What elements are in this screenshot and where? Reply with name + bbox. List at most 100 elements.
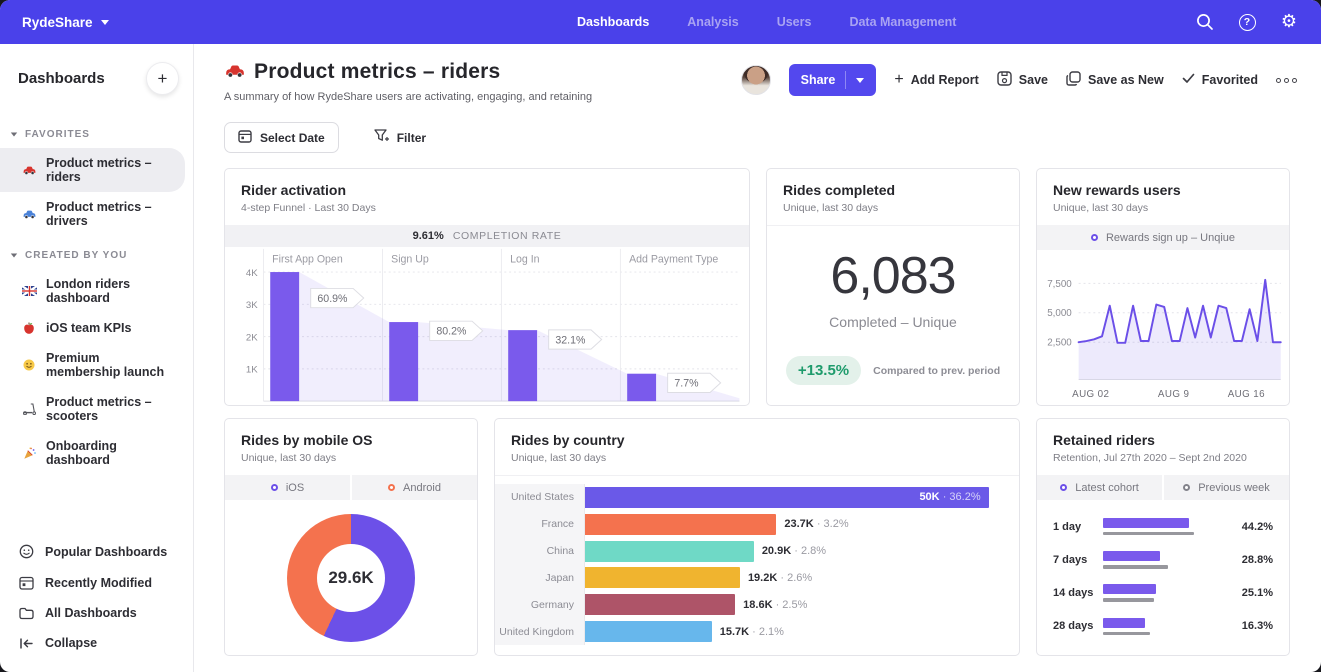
sidebar-footer-all-dashboards[interactable]: All Dashboards	[0, 598, 185, 628]
retention-row-28-days[interactable]: 28 days 16.3%	[1053, 610, 1273, 643]
help-icon[interactable]: ?	[1237, 12, 1257, 32]
app-window: RydeShare Dashboards Analysis Users Data Ma…	[0, 0, 1321, 672]
search-icon[interactable]	[1195, 12, 1215, 32]
card-title: Rides completed	[783, 182, 1003, 198]
country-bar[interactable]	[585, 541, 754, 562]
previous-week-bar[interactable]	[1103, 565, 1168, 569]
funnel-chart[interactable]: 1K2K3K4KFirst App OpenSign UpLog InAdd P…	[225, 247, 749, 405]
gear-icon[interactable]: ⚙	[1279, 12, 1299, 32]
country-row-united-states[interactable]: United States 50K · 36.2%	[495, 484, 1019, 511]
country-bar[interactable]	[585, 594, 735, 615]
sidebar-footer-popular-dashboards[interactable]: Popular Dashboards	[0, 536, 185, 567]
svg-text:1K: 1K	[246, 365, 258, 376]
sidebar-item-product-metrics-scooters[interactable]: Product metrics – scooters	[0, 387, 185, 431]
sidebar-footer: Popular Dashboards Recently Modified All…	[0, 536, 193, 658]
legend-rewards-signup[interactable]: Rewards sign up – Unqiue	[1037, 225, 1289, 250]
retention-row-14-days[interactable]: 14 days 25.1%	[1053, 577, 1273, 610]
chevron-down-icon	[101, 20, 109, 25]
latest-cohort-bar[interactable]	[1103, 584, 1156, 594]
brand-menu[interactable]: RydeShare	[22, 15, 109, 30]
country-bar-chart: United States 50K · 36.2% France 23.7K ·…	[495, 475, 1019, 655]
nav-item-dashboards[interactable]: Dashboards	[577, 15, 649, 29]
svg-text:3K: 3K	[246, 300, 258, 311]
svg-text:7,500: 7,500	[1047, 279, 1072, 290]
main-content: Product metrics – riders A summary of ho…	[194, 44, 1321, 672]
page-title: Product metrics – riders	[224, 60, 592, 84]
card-subtitle: Unique, last 30 days	[1053, 202, 1273, 214]
more-options-button[interactable]	[1276, 78, 1297, 83]
sidebar-item-onboarding-dashboard[interactable]: Onboarding dashboard	[0, 431, 185, 475]
nav-item-data-management[interactable]: Data Management	[849, 15, 956, 29]
country-row-germany[interactable]: Germany 18.6K · 2.5%	[495, 591, 1019, 618]
svg-text:60.9%: 60.9%	[317, 293, 348, 305]
avatar[interactable]	[741, 65, 771, 95]
country-row-united-kingdom[interactable]: United Kingdom 15.7K · 2.1%	[495, 618, 1019, 645]
country-row-japan[interactable]: Japan 19.2K · 2.6%	[495, 564, 1019, 591]
country-row-france[interactable]: France 23.7K · 3.2%	[495, 511, 1019, 538]
donut-chart[interactable]: 29.6K	[287, 514, 415, 642]
add-report-button[interactable]: + Add Report	[894, 71, 978, 89]
bar-value-label: 19.2K · 2.6%	[748, 572, 812, 584]
legend-previous-week[interactable]: Previous week	[1164, 475, 1289, 500]
svg-text:2,500: 2,500	[1047, 338, 1072, 349]
nav-item-analysis[interactable]: Analysis	[687, 15, 738, 29]
sidebar-footer-collapse[interactable]: Collapse	[0, 628, 185, 658]
share-button[interactable]: Share	[789, 64, 877, 96]
retention-value: 28.8%	[1233, 554, 1273, 566]
apple-icon	[21, 322, 37, 335]
copy-icon	[1066, 71, 1081, 89]
country-bar[interactable]	[585, 514, 776, 535]
latest-cohort-bar[interactable]	[1103, 618, 1145, 628]
check-icon	[1182, 73, 1195, 87]
card-subtitle: Unique, last 30 days	[783, 202, 1003, 214]
dashboard-controls: Select Date Filter	[224, 122, 1297, 153]
line-chart[interactable]: 7,5005,0002,500AUG 02AUG 9AUG 16	[1037, 250, 1289, 405]
card-subtitle: Unique, last 30 days	[511, 452, 1003, 464]
save-as-new-button[interactable]: Save as New	[1066, 71, 1164, 89]
country-row-china[interactable]: China 20.9K · 2.8%	[495, 538, 1019, 565]
sidebar-item-product-metrics-riders[interactable]: Product metrics – riders	[0, 148, 185, 192]
sidebar-section-created-by-you[interactable]: CREATED BY YOU	[0, 250, 193, 261]
save-button[interactable]: Save	[997, 71, 1048, 89]
legend-android[interactable]: Android	[352, 475, 477, 500]
page-title-block: Product metrics – riders A summary of ho…	[224, 60, 592, 103]
save-icon	[997, 71, 1012, 89]
card-title: Rides by country	[511, 432, 1003, 448]
select-date-button[interactable]: Select Date	[224, 122, 339, 153]
legend-marker	[1060, 484, 1067, 491]
calendar-icon	[18, 575, 34, 590]
sidebar-item-premium-membership-launch[interactable]: Premium membership launch	[0, 343, 185, 387]
retention-value: 16.3%	[1233, 620, 1273, 632]
latest-cohort-bar[interactable]	[1103, 518, 1189, 528]
card-rides-by-os: Rides by mobile OS Unique, last 30 days …	[224, 418, 478, 656]
svg-text:Add Payment Type: Add Payment Type	[629, 253, 718, 265]
red-car-icon	[21, 165, 37, 175]
previous-week-bar[interactable]	[1103, 598, 1154, 602]
country-bar[interactable]: 50K · 36.2%	[585, 487, 989, 508]
sidebar-footer-recently-modified[interactable]: Recently Modified	[0, 567, 185, 598]
chevron-down-icon[interactable]	[856, 78, 864, 83]
legend-marker	[388, 484, 395, 491]
latest-cohort-bar[interactable]	[1103, 551, 1160, 561]
retention-row-1-day[interactable]: 1 day 44.2%	[1053, 510, 1273, 543]
favorited-button[interactable]: Favorited	[1182, 73, 1258, 87]
sidebar-item-london-riders-dashboard[interactable]: London riders dashboard	[0, 269, 185, 313]
filter-icon	[374, 129, 389, 146]
previous-week-bar[interactable]	[1103, 632, 1150, 636]
legend-ios[interactable]: iOS	[225, 475, 350, 500]
legend-latest-cohort[interactable]: Latest cohort	[1037, 475, 1162, 500]
country-bar[interactable]	[585, 621, 712, 642]
country-bar[interactable]	[585, 567, 740, 588]
nav-item-users[interactable]: Users	[777, 15, 812, 29]
sidebar-item-ios-team-kpis[interactable]: iOS team KPIs	[0, 313, 185, 343]
filter-button[interactable]: Filter	[361, 122, 439, 153]
card-new-rewards-users: New rewards users Unique, last 30 days R…	[1036, 168, 1290, 406]
previous-week-bar[interactable]	[1103, 532, 1194, 536]
blue-car-icon	[21, 209, 37, 219]
sidebar-item-product-metrics-drivers[interactable]: Product metrics – drivers	[0, 192, 185, 236]
svg-text:Sign Up: Sign Up	[391, 253, 429, 265]
sidebar-section-favorites[interactable]: FAVORITES	[0, 129, 193, 140]
retention-row-7-days[interactable]: 7 days 28.8%	[1053, 543, 1273, 576]
svg-text:80.2%: 80.2%	[436, 326, 467, 338]
add-dashboard-button[interactable]: +	[146, 62, 179, 95]
